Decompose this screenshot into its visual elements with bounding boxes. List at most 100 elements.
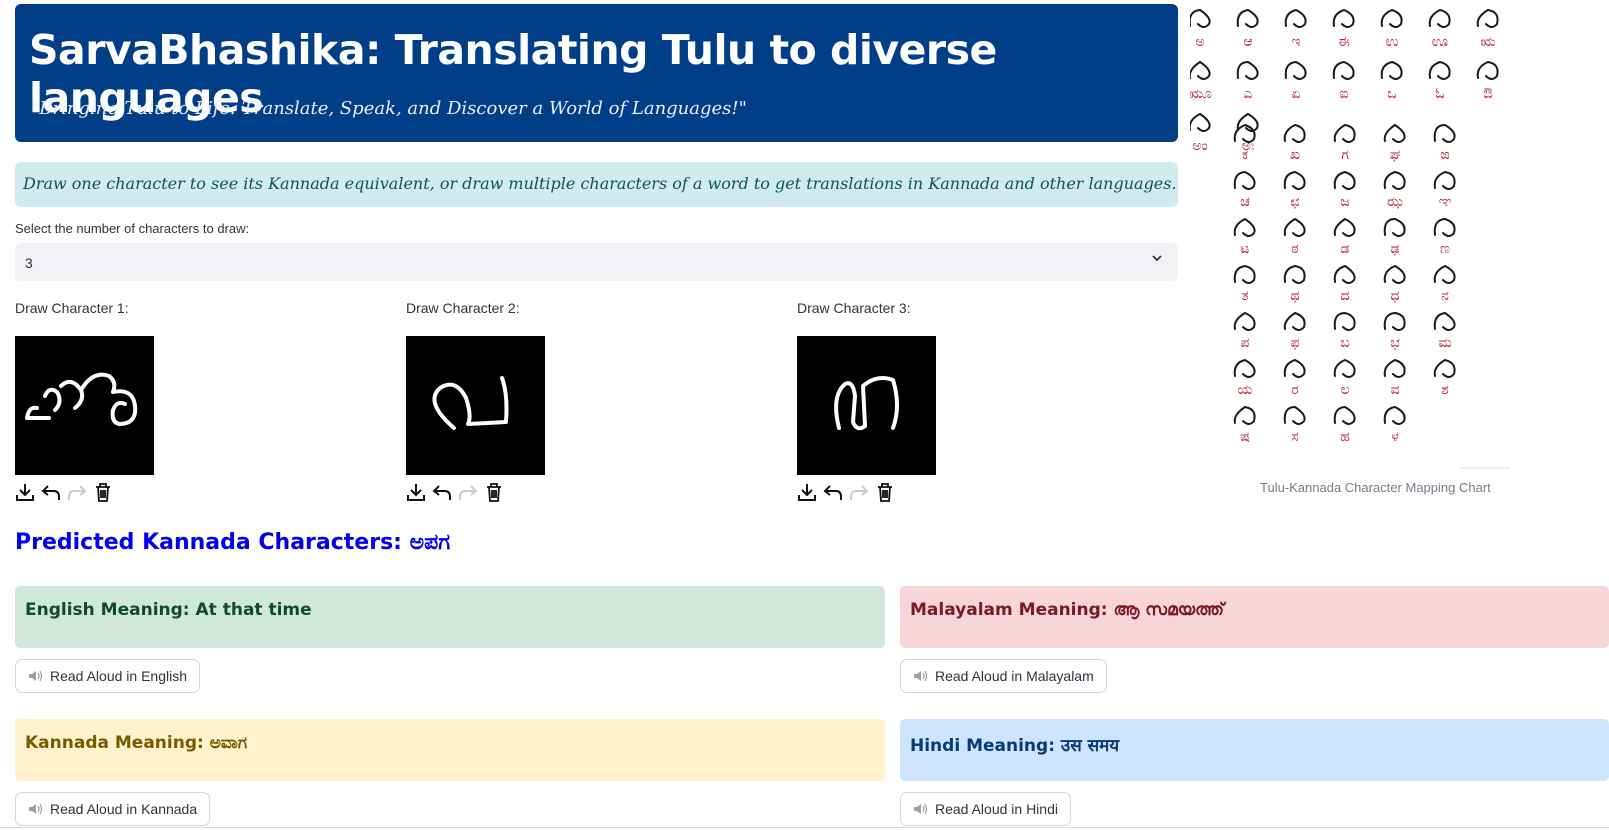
tulu-glyph — [1476, 60, 1499, 80]
trash-icon[interactable] — [873, 480, 897, 504]
tulu-glyph — [1188, 8, 1211, 28]
tulu-glyph — [1284, 8, 1307, 28]
kannada-glyph: ಡ — [1341, 241, 1350, 257]
tulu-glyph — [1433, 264, 1456, 284]
character-count-select[interactable]: 3 — [15, 243, 1178, 281]
chart-caption: Tulu-Kannada Character Mapping Chart — [1260, 480, 1491, 495]
kannada-glyph: ಏ — [1291, 86, 1300, 102]
speaker-icon — [28, 669, 44, 683]
kannada-glyph: ಫ — [1291, 335, 1300, 351]
draw-label-2: Draw Character 2: — [406, 300, 520, 316]
tulu-glyph — [1383, 264, 1406, 284]
read-aloud-hindi-label: Read Aloud in Hindi — [935, 801, 1058, 817]
kannada-glyph: ನ — [1441, 288, 1449, 304]
redo-icon[interactable] — [456, 480, 480, 504]
english-meaning-card: English Meaning: At that time — [15, 586, 885, 648]
download-icon[interactable] — [13, 480, 37, 504]
tulu-glyph — [1188, 60, 1211, 80]
read-aloud-hindi-button[interactable]: Read Aloud in Hindi — [900, 792, 1071, 826]
download-icon[interactable] — [404, 480, 428, 504]
kannada-glyph: ಖ — [1290, 147, 1300, 163]
kannada-glyph: ಝ — [1387, 194, 1403, 210]
undo-icon[interactable] — [430, 480, 454, 504]
info-text: Draw one character to see its Kannada eq… — [23, 174, 1177, 193]
read-aloud-english-button[interactable]: Read Aloud in English — [15, 659, 200, 693]
tulu-glyph — [1333, 217, 1356, 237]
kannada-glyph: ಊ — [1432, 34, 1448, 50]
download-icon[interactable] — [795, 480, 819, 504]
trash-icon[interactable] — [482, 480, 506, 504]
tulu-glyph — [1433, 170, 1456, 190]
kannada-glyph: ಒ — [1387, 86, 1396, 102]
redo-icon[interactable] — [65, 480, 89, 504]
kannada-glyph: ಜ — [1340, 194, 1349, 210]
kannada-glyph: ಷ — [1240, 429, 1250, 445]
kannada-glyph: ಓ — [1435, 86, 1444, 102]
kannada-glyph: ಎ — [1244, 86, 1253, 102]
character-count-value: 3 — [25, 255, 33, 271]
tulu-glyph — [1283, 217, 1306, 237]
tulu-glyph — [1236, 8, 1259, 28]
kannada-glyph: ಈ — [1338, 34, 1350, 50]
kannada-glyph: ದ — [1340, 288, 1349, 304]
kannada-glyph: ಛ — [1290, 194, 1299, 210]
speaker-icon — [913, 802, 929, 816]
tulu-glyph — [1433, 311, 1456, 331]
tulu-glyph — [1233, 311, 1256, 331]
kannada-glyph: ರ — [1291, 382, 1298, 398]
tulu-glyph — [1383, 405, 1406, 425]
tulu-glyph — [1283, 264, 1306, 284]
tulu-glyph — [1433, 358, 1456, 378]
canvas-toolbar-2 — [404, 480, 506, 504]
tulu-glyph — [1428, 8, 1451, 28]
kannada-glyph: ಪ — [1241, 335, 1250, 351]
redo-icon[interactable] — [847, 480, 871, 504]
malayalam-meaning-card: Malayalam Meaning: ആ സമയത്ത് — [900, 586, 1609, 648]
kannada-glyph: ಋ — [1481, 34, 1496, 50]
kannada-glyph: ಞ — [1439, 194, 1452, 210]
read-aloud-kannada-button[interactable]: Read Aloud in Kannada — [15, 792, 211, 826]
kannada-glyph: ಅ — [1195, 34, 1204, 50]
kannada-glyph: ವ — [1391, 382, 1400, 398]
kannada-glyph: ಸ — [1291, 429, 1298, 445]
kannada-glyph: ಧ — [1390, 288, 1399, 304]
tulu-glyph — [1283, 405, 1306, 425]
page-bottom-divider — [0, 827, 1609, 828]
tulu-glyph — [1383, 217, 1406, 237]
tulu-glyph — [1333, 264, 1356, 284]
tulu-glyph — [1283, 358, 1306, 378]
tulu-glyph — [1428, 60, 1451, 80]
kannada-glyph: ಮ — [1438, 335, 1451, 351]
read-aloud-malayalam-button[interactable]: Read Aloud in Malayalam — [900, 659, 1107, 693]
kannada-glyph: ಚ — [1240, 194, 1250, 210]
kannada-glyph: ಆ — [1243, 34, 1252, 50]
english-meaning-text: English Meaning: At that time — [25, 600, 312, 620]
kannada-glyph: ಯ — [1238, 382, 1253, 398]
kannada-glyph: ಘ — [1390, 147, 1401, 163]
app-header: SarvaBhashika: Translating Tulu to diver… — [15, 4, 1178, 142]
tulu-glyph — [1476, 8, 1499, 28]
tulu-glyph — [1380, 60, 1403, 80]
character-count-label: Select the number of characters to draw: — [15, 221, 250, 236]
kannada-meaning-card: Kannada Meaning: ಅವಾಗ — [15, 719, 885, 781]
kannada-glyph: ಋೂ — [1190, 86, 1212, 102]
kannada-glyph: ಥ — [1290, 288, 1299, 304]
read-aloud-malayalam-label: Read Aloud in Malayalam — [935, 668, 1094, 684]
drawing-canvas-2[interactable] — [406, 336, 545, 475]
speaker-icon — [913, 669, 929, 683]
kannada-glyph: ಹ — [1340, 429, 1350, 445]
predicted-characters: Predicted Kannada Characters: ಅಪಗ — [15, 530, 451, 555]
chevron-down-icon — [1150, 251, 1164, 270]
tulu-glyph — [1383, 311, 1406, 331]
tulu-glyph — [1332, 8, 1355, 28]
tulu-glyph — [1236, 60, 1259, 80]
draw-label-1: Draw Character 1: — [15, 300, 129, 316]
drawing-canvas-1[interactable] — [15, 336, 154, 475]
trash-icon[interactable] — [91, 480, 115, 504]
undo-icon[interactable] — [821, 480, 845, 504]
tulu-glyph — [1233, 217, 1256, 237]
undo-icon[interactable] — [39, 480, 63, 504]
tulu-glyph — [1188, 112, 1211, 132]
drawing-canvas-3[interactable] — [797, 336, 936, 475]
tulu-glyph — [1383, 123, 1406, 143]
